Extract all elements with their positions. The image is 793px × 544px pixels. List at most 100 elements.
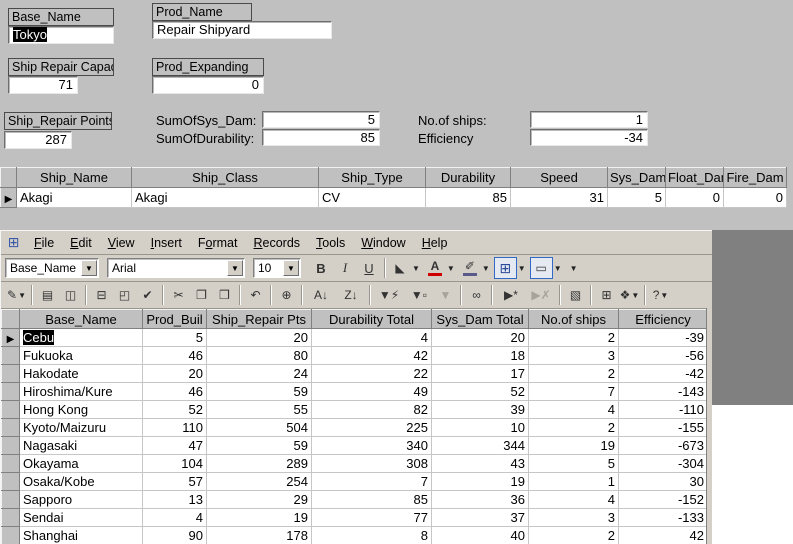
fill-color-button[interactable]: ◣: [389, 257, 411, 279]
efficiency-field[interactable]: -34: [530, 129, 648, 146]
table-cell[interactable]: 42: [311, 346, 432, 365]
toolbar-options-icon[interactable]: ▼: [570, 264, 578, 273]
menu-file[interactable]: File: [26, 233, 62, 253]
table-cell[interactable]: 43: [431, 454, 529, 473]
table-cell[interactable]: 0: [723, 187, 787, 208]
italic-button[interactable]: I: [333, 257, 357, 279]
row-selector[interactable]: ▶: [0, 187, 17, 208]
help-button[interactable]: ? ▼: [649, 284, 672, 306]
table-cell[interactable]: 77: [311, 508, 432, 527]
column-header[interactable]: No.of ships: [528, 309, 619, 329]
table-cell[interactable]: 90: [142, 526, 207, 544]
font-size-dropdown-icon[interactable]: ▼: [283, 260, 299, 276]
table-cell[interactable]: 30: [618, 472, 708, 491]
table-cell[interactable]: 19: [431, 472, 529, 491]
table-cell[interactable]: 4: [528, 400, 619, 419]
table-cell[interactable]: 19: [528, 436, 619, 455]
table-cell[interactable]: -42: [618, 364, 708, 383]
table-cell[interactable]: 5: [528, 454, 619, 473]
table-cell[interactable]: -152: [618, 490, 708, 509]
table-cell[interactable]: Kyoto/Maizuru: [19, 418, 143, 437]
special-effect-dropdown-icon[interactable]: ▼: [554, 264, 562, 273]
column-header[interactable]: Durability Total: [311, 309, 432, 329]
table-cell[interactable]: 20: [431, 328, 529, 347]
table-cell[interactable]: 36: [431, 490, 529, 509]
menu-records[interactable]: Records: [245, 233, 308, 253]
table-cell[interactable]: 52: [431, 382, 529, 401]
font-color-button[interactable]: A: [424, 257, 446, 279]
table-cell[interactable]: 57: [142, 472, 207, 491]
field-select-dropdown-icon[interactable]: ▼: [81, 260, 97, 276]
delete-record-button[interactable]: ▶✗: [526, 284, 556, 306]
table-cell[interactable]: 10: [431, 418, 529, 437]
row-selector[interactable]: [1, 400, 20, 419]
table-cell[interactable]: 289: [206, 454, 312, 473]
sum-durability-field[interactable]: 85: [262, 129, 380, 146]
table-cell[interactable]: 39: [431, 400, 529, 419]
table-cell[interactable]: 20: [206, 328, 312, 347]
view-design-button[interactable]: ✎ ▼: [5, 284, 28, 306]
gridlines-dropdown-icon[interactable]: ▼: [518, 264, 526, 273]
font-dropdown-icon[interactable]: ▼: [227, 260, 243, 276]
select-all-corner[interactable]: [1, 309, 20, 329]
table-cell[interactable]: Okayama: [19, 454, 143, 473]
ship-repair-capacity-field[interactable]: 71: [8, 76, 78, 94]
column-header[interactable]: Sys_Dam Total: [431, 309, 529, 329]
table-cell[interactable]: 18: [431, 346, 529, 365]
table-cell[interactable]: -304: [618, 454, 708, 473]
menu-help[interactable]: Help: [414, 233, 456, 253]
table-cell[interactable]: 308: [311, 454, 432, 473]
column-header[interactable]: Base_Name: [19, 309, 143, 329]
table-cell[interactable]: Akagi: [16, 187, 132, 208]
table-cell[interactable]: 49: [311, 382, 432, 401]
column-header[interactable]: Ship_Name: [16, 167, 132, 188]
table-cell[interactable]: Hong Kong: [19, 400, 143, 419]
table-cell[interactable]: Fukuoka: [19, 346, 143, 365]
print-preview-button[interactable]: ◰: [113, 284, 136, 306]
sort-descending-button[interactable]: Z↓: [336, 284, 366, 306]
row-selector[interactable]: [1, 526, 20, 544]
table-cell[interactable]: -143: [618, 382, 708, 401]
copy-button[interactable]: ❐: [190, 284, 213, 306]
column-header[interactable]: Float_Dar: [665, 167, 724, 188]
table-cell[interactable]: 40: [431, 526, 529, 544]
row-selector[interactable]: [1, 472, 20, 491]
column-header[interactable]: Prod_Buil: [142, 309, 207, 329]
table-cell[interactable]: 254: [206, 472, 312, 491]
row-selector[interactable]: [1, 436, 20, 455]
table-cell[interactable]: 225: [311, 418, 432, 437]
table-cell[interactable]: 0: [665, 187, 724, 208]
database-window-button[interactable]: ⊞: [595, 284, 618, 306]
table-cell[interactable]: Nagasaki: [19, 436, 143, 455]
row-selector[interactable]: [1, 382, 20, 401]
table-cell[interactable]: 47: [142, 436, 207, 455]
table-cell[interactable]: 55: [206, 400, 312, 419]
table-cell[interactable]: 340: [311, 436, 432, 455]
save-button[interactable]: ▤: [36, 284, 59, 306]
font-color-dropdown-icon[interactable]: ▼: [447, 264, 455, 273]
table-cell[interactable]: Osaka/Kobe: [19, 472, 143, 491]
table-cell[interactable]: 82: [311, 400, 432, 419]
table-cell[interactable]: 344: [431, 436, 529, 455]
table-cell[interactable]: 46: [142, 382, 207, 401]
print-button[interactable]: ⊟: [90, 284, 113, 306]
table-cell[interactable]: -673: [618, 436, 708, 455]
table-cell[interactable]: 24: [206, 364, 312, 383]
table-cell[interactable]: Hiroshima/Kure: [19, 382, 143, 401]
spelling-button[interactable]: ✔: [136, 284, 159, 306]
table-cell[interactable]: 4: [528, 490, 619, 509]
table-cell[interactable]: 104: [142, 454, 207, 473]
table-cell[interactable]: Sendai: [19, 508, 143, 527]
column-header[interactable]: Ship_Class: [131, 167, 319, 188]
table-cell[interactable]: 19: [206, 508, 312, 527]
menu-window[interactable]: Window: [353, 233, 413, 253]
new-object-dropdown-icon[interactable]: ▼: [631, 291, 639, 300]
table-cell[interactable]: 5: [607, 187, 666, 208]
menu-insert[interactable]: Insert: [143, 233, 190, 253]
table-cell[interactable]: Sapporo: [19, 490, 143, 509]
table-cell[interactable]: 29: [206, 490, 312, 509]
table-cell[interactable]: 5: [142, 328, 207, 347]
table-cell[interactable]: 178: [206, 526, 312, 544]
field-select-combo[interactable]: Base_Name ▼: [5, 258, 99, 278]
filter-by-form-button[interactable]: ▼▫: [404, 284, 434, 306]
